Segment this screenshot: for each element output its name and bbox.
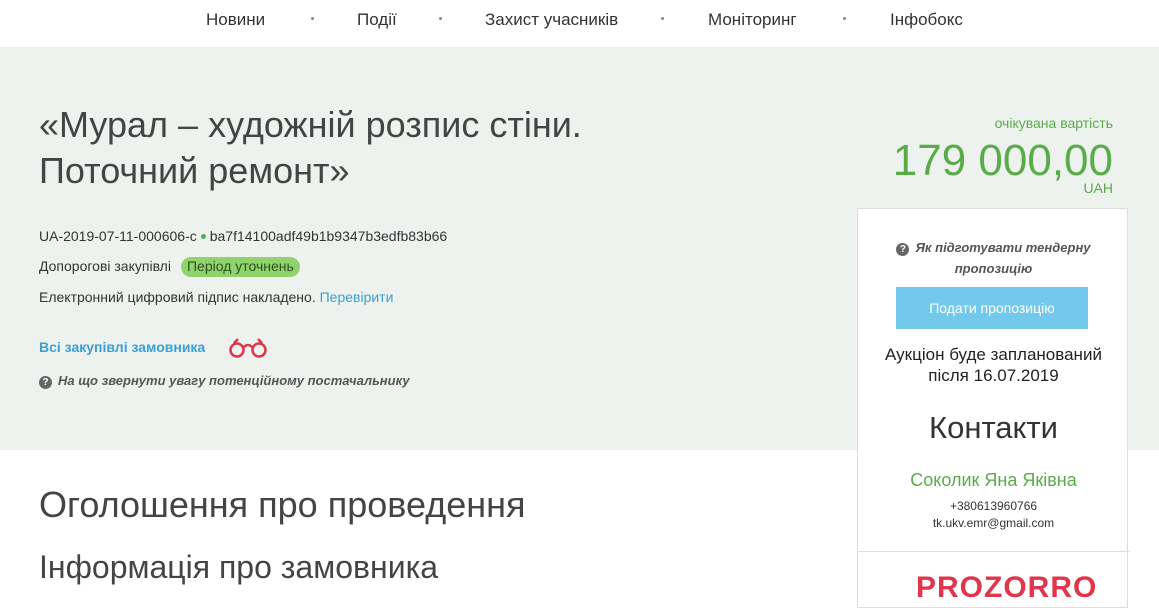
separator-dot <box>200 233 206 239</box>
nav-separator-dot <box>439 17 442 20</box>
nav-item-news[interactable]: Новини <box>206 10 265 30</box>
tender-side-panel: ? Як підготувати тендерну пропозицію Пода… <box>857 208 1129 608</box>
contact-phone: +380613960766 <box>949 499 1038 513</box>
binoculars-icon[interactable] <box>226 337 270 359</box>
signature-text: Електронний цифровий підпис накладено. <box>39 289 316 305</box>
divider <box>858 551 1129 552</box>
nav-item-monitoring[interactable]: Моніторинг <box>708 10 797 30</box>
contact-email[interactable]: tk.ukv.emr@gmail.com <box>858 516 1129 530</box>
procedure-type: Допорогові закупівлі <box>39 258 171 274</box>
supplier-hint-text: На що звернути увагу потенційному постач… <box>58 373 410 388</box>
verify-signature-link[interactable]: Перевірити <box>320 289 394 305</box>
currency-label: UAH <box>1083 180 1113 196</box>
submit-proposal-button[interactable]: Подати пропозицію <box>896 287 1088 329</box>
tender-identifiers: UA-2019-07-11-000606-c ba7f14100adf49b1b9… <box>39 228 447 244</box>
proposal-preparation-hint[interactable]: ? Як підготувати тендерну пропозицію <box>878 237 1109 279</box>
question-icon: ? <box>896 243 910 256</box>
supplier-hint[interactable]: ? На що звернути увагу потенційному поста… <box>39 373 410 389</box>
prozorro-logo: PROZORRO <box>916 571 1098 604</box>
nav-separator-dot <box>311 17 314 20</box>
nav-separator-dot <box>661 17 664 20</box>
nav-separator-dot <box>843 17 846 20</box>
question-icon: ? <box>39 376 52 389</box>
customer-info-heading: Інформація про замовника <box>39 549 439 585</box>
contacts-heading: Контакти <box>929 410 1058 445</box>
status-badge: Період уточнень <box>180 257 300 277</box>
nav-item-infobox[interactable]: Інфобокс <box>890 10 963 30</box>
tender-hash: ba7f14100adf49b1b9347b3edfb83b66 <box>209 228 448 244</box>
page-title: «Мурал – художній розпис стіни. Поточний… <box>39 104 582 191</box>
proposal-preparation-hint-text: Як підготувати тендерну пропозицію <box>915 240 1091 276</box>
tender-id: UA-2019-07-11-000606-c <box>39 228 197 244</box>
customer-tenders-link[interactable]: Всі закупівлі замовника <box>39 339 205 355</box>
contact-person-name: Соколик Яна Яківна <box>910 470 1077 490</box>
expected-value-amount: 179 000,00 <box>892 136 1113 185</box>
signature-line: Електронний цифровий підпис накладено. П… <box>39 289 393 305</box>
procedure-line: Допорогові закупівлі Період уточнень <box>39 257 300 277</box>
nav-item-events[interactable]: Події <box>357 10 397 30</box>
top-navigation: Новини Події Захист учасників Моніторинг… <box>0 0 1159 47</box>
announcement-heading: Оголошення про проведення <box>39 484 526 525</box>
expected-value-label: очікувана вартість <box>994 115 1113 131</box>
auction-schedule-text: Аукціон буде запланований після 16.07.20… <box>885 345 1102 385</box>
nav-item-participant-protection[interactable]: Захист учасників <box>485 10 618 30</box>
